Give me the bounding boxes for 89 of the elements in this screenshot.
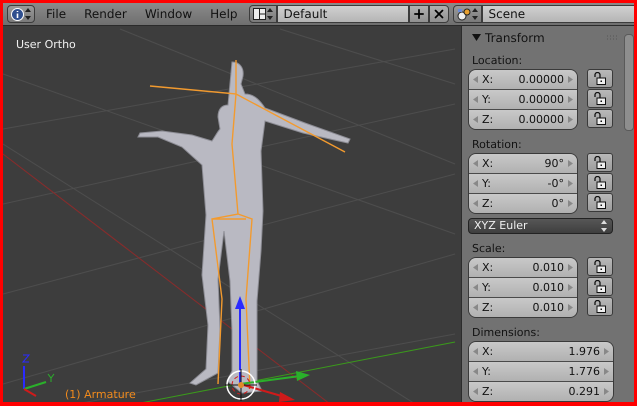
- 3d-viewport[interactable]: User Ortho (1) Armature: [3, 26, 461, 402]
- 3d-cursor-icon: [224, 368, 258, 402]
- decrement-arrow-icon[interactable]: [473, 200, 478, 207]
- object-label: (1) Armature: [65, 388, 136, 401]
- open-padlock-icon: [594, 112, 606, 125]
- plus-icon: [412, 7, 426, 21]
- number-field[interactable]: Z: 0.291: [469, 381, 613, 401]
- lock-toggle[interactable]: [587, 257, 613, 276]
- number-field[interactable]: X: 90°: [469, 154, 577, 173]
- number-field[interactable]: Y: 1.776: [469, 361, 613, 381]
- lock-toggle[interactable]: [587, 152, 613, 172]
- scene-icon: [456, 8, 471, 20]
- info-editor-button[interactable]: [7, 5, 35, 23]
- decrement-arrow-icon[interactable]: [473, 284, 478, 291]
- number-field[interactable]: Y: 0.00000: [469, 88, 577, 109]
- axis-gizmo-icon: [22, 354, 54, 397]
- lock-toggle[interactable]: [587, 277, 613, 296]
- decrement-arrow-icon[interactable]: [473, 76, 478, 83]
- number-field[interactable]: X: 0.00000: [469, 70, 577, 89]
- lock-toggle[interactable]: [587, 108, 613, 128]
- increment-arrow-icon[interactable]: [604, 348, 609, 355]
- drag-handle-icon[interactable]: [606, 35, 618, 40]
- open-padlock-icon: [594, 260, 606, 273]
- menu-item[interactable]: Render: [77, 7, 134, 21]
- panel-header[interactable]: Transform: [468, 30, 618, 46]
- scrollbar-thumb[interactable]: [624, 34, 634, 131]
- menu-item[interactable]: File: [39, 7, 74, 21]
- number-field[interactable]: Y: -0°: [469, 172, 577, 193]
- lock-toggle[interactable]: [587, 297, 613, 316]
- up-down-arrows-icon: [472, 8, 478, 20]
- number-field[interactable]: Y: 0.010: [469, 277, 577, 297]
- up-down-arrows-icon: [601, 220, 607, 232]
- increment-arrow-icon[interactable]: [568, 96, 573, 103]
- group-label: Location:: [472, 54, 524, 67]
- decrement-arrow-icon[interactable]: [473, 116, 478, 123]
- lock-toggle[interactable]: [587, 68, 613, 88]
- menu-item[interactable]: Help: [203, 7, 245, 21]
- increment-arrow-icon[interactable]: [568, 76, 573, 83]
- decrement-arrow-icon[interactable]: [473, 96, 478, 103]
- menu-item[interactable]: Window: [138, 7, 200, 21]
- decrement-arrow-icon[interactable]: [473, 304, 478, 311]
- decrement-arrow-icon[interactable]: [473, 160, 478, 167]
- increment-arrow-icon[interactable]: [568, 116, 573, 123]
- layout-icon: [252, 8, 266, 20]
- number-field[interactable]: Z: 0.00000: [469, 108, 577, 129]
- lock-toggle[interactable]: [587, 88, 613, 108]
- add-button[interactable]: [408, 5, 429, 23]
- up-down-arrows-icon: [266, 8, 273, 20]
- decrement-arrow-icon[interactable]: [473, 388, 478, 395]
- increment-arrow-icon[interactable]: [568, 160, 573, 167]
- increment-arrow-icon[interactable]: [604, 368, 609, 375]
- increment-arrow-icon[interactable]: [568, 180, 573, 187]
- decrement-arrow-icon[interactable]: [473, 180, 478, 187]
- close-icon: [432, 7, 446, 21]
- open-padlock-icon: [594, 72, 606, 85]
- open-padlock-icon: [594, 280, 606, 293]
- open-padlock-icon: [594, 176, 606, 189]
- up-down-arrows-icon: [25, 8, 31, 20]
- lock-toggle[interactable]: [587, 192, 613, 212]
- scene-name-field[interactable]: Scene: [482, 5, 634, 23]
- delete-button[interactable]: [428, 5, 449, 23]
- rotation-mode-select[interactable]: XYZ Euler: [468, 218, 613, 234]
- panel-title: Transform: [472, 30, 545, 45]
- info-icon: [11, 8, 24, 20]
- increment-arrow-icon[interactable]: [568, 264, 573, 271]
- scene-button[interactable]: [452, 5, 482, 23]
- number-field[interactable]: Z: 0°: [469, 192, 577, 213]
- number-field[interactable]: X: 1.976: [469, 342, 613, 361]
- increment-arrow-icon[interactable]: [604, 388, 609, 395]
- screen-layout-button[interactable]: [248, 5, 277, 23]
- lock-toggle[interactable]: [587, 172, 613, 192]
- group-label: Scale:: [472, 242, 506, 255]
- decrement-arrow-icon[interactable]: [473, 348, 478, 355]
- view-label: User Ortho: [16, 38, 76, 51]
- layout-name-field[interactable]: Default: [276, 5, 409, 23]
- open-padlock-icon: [594, 196, 606, 209]
- number-field[interactable]: X: 0.010: [469, 258, 577, 277]
- open-padlock-icon: [594, 92, 606, 105]
- open-padlock-icon: [594, 300, 606, 313]
- group-label: Dimensions:: [472, 326, 541, 339]
- increment-arrow-icon[interactable]: [568, 200, 573, 207]
- open-padlock-icon: [594, 156, 606, 169]
- decrement-arrow-icon[interactable]: [473, 368, 478, 375]
- decrement-arrow-icon[interactable]: [473, 264, 478, 271]
- increment-arrow-icon[interactable]: [568, 284, 573, 291]
- expanded-triangle-icon: [472, 32, 481, 42]
- number-field[interactable]: Z: 0.010: [469, 297, 577, 317]
- increment-arrow-icon[interactable]: [568, 304, 573, 311]
- group-label: Rotation:: [472, 138, 523, 151]
